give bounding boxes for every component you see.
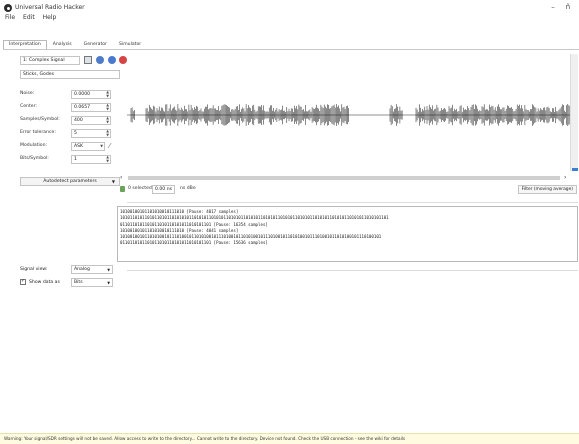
bits-line: 0110110101101011010110101011010101101 [P… [120,240,268,246]
selection-extra-info: ns dBe [180,186,196,191]
spin-arrows-icon[interactable]: ▲ ▼ [106,129,109,137]
signal-header-row: 1: Complex Signal [20,54,127,66]
close-signal-icon[interactable] [119,56,127,64]
noise-param: Noise: 0.0000 ▲ ▼ [20,90,120,99]
autodetect-parameters-button[interactable]: Autodetect parameters ▼ [20,177,120,186]
menu-file[interactable]: File [5,14,15,24]
demodulated-bits-view[interactable]: 10100100101101010010111010 [Pause: 4017 … [117,206,578,262]
tab-interpretation[interactable]: Interpretation [3,40,47,49]
filter-button[interactable]: Filter (moving average) [517,185,577,194]
chevron-down-icon: ▼ [107,268,110,272]
noise-label: Noise: [20,91,35,96]
horizontal-scrollbar[interactable]: ‹ › [120,174,578,182]
show-data-label: Show data as [29,280,60,285]
center-param: Center: 0.0657 ▲ ▼ [20,103,120,112]
spin-arrows-icon[interactable]: ▲ ▼ [106,116,109,124]
modulation-label: Modulation: [20,143,48,148]
title-bar: Universal Radio Hacker – ñ [0,0,579,16]
minimize-button[interactable]: – [546,2,560,13]
modulation-param: Modulation: ASK ▼ ⁄ [20,142,120,151]
samples-per-symbol-label: Samples/Symbol: [20,117,60,122]
tab-divider [3,49,579,50]
chevron-down-icon: ▼ [111,179,115,184]
menu-edit[interactable]: Edit [23,14,35,24]
spin-arrows-icon[interactable]: ▲ ▼ [106,90,109,98]
selected-count: 0 selected [128,186,152,191]
signal-name-field[interactable]: Sticks, Godes [20,70,120,79]
info-icon[interactable] [96,56,104,64]
signal-waveform [127,104,574,126]
scroll-handle[interactable] [572,168,578,171]
autodetect-label: Autodetect parameters [43,179,97,184]
samples-per-symbol-spinbox[interactable]: 400 ▲ ▼ [71,116,111,125]
center-spinbox[interactable]: 0.0657 ▲ ▼ [71,103,111,112]
menu-help[interactable]: Help [43,14,57,24]
wand-icon[interactable]: ⁄ [109,142,110,150]
status-message: Warning: Your signal/SDR settings will n… [4,436,406,441]
signal-view-select[interactable]: Analog ▼ [71,265,113,274]
error-tolerance-spinbox[interactable]: 5 ▲ ▼ [71,129,111,138]
selection-info-bar: 0 selected 0.00 ns ns dBe Filter (moving… [120,184,578,196]
splitter-handle[interactable] [127,202,578,203]
samples-per-symbol-param: Samples/Symbol: 400 ▲ ▼ [20,116,120,125]
replay-icon[interactable] [108,56,116,64]
tab-simulator[interactable]: Simulator [113,40,147,49]
status-bar: Warning: Your signal/SDR settings will n… [0,433,579,444]
spin-arrows-icon[interactable]: ▲ ▼ [106,155,109,163]
scroll-right-icon[interactable]: › [564,174,566,181]
noise-spinbox[interactable]: 0.0000 ▲ ▼ [71,90,111,99]
scroll-left-icon[interactable]: ‹ [120,174,122,181]
signal-view-label: Signal view: [20,267,48,272]
signal-name-label: 1: Complex Signal [20,56,80,65]
maximize-button[interactable]: ñ [561,2,575,13]
splitter-handle[interactable] [127,270,578,271]
center-label: Center: [20,104,37,109]
tab-generator[interactable]: Generator [78,40,113,49]
menu-bar: File Edit Help [0,14,56,24]
modulation-select[interactable]: ASK ▼ [71,142,105,151]
spin-arrows-icon[interactable]: ▲ ▼ [106,103,109,111]
scroll-track[interactable] [128,176,560,180]
chevron-down-icon: ▼ [100,144,103,148]
signal-view-row: Signal view: Analog ▼ [20,265,120,276]
tab-analysis[interactable]: Analysis [47,40,78,49]
bits-per-symbol-spinbox[interactable]: 1 ▲ ▼ [71,155,111,164]
selection-duration-field[interactable]: 0.00 ns [152,185,175,194]
bits-per-symbol-param: Bits/Symbol: 1 ▲ ▼ [20,155,120,164]
lock-icon[interactable] [120,186,125,192]
signal-graph-view[interactable] [127,54,574,171]
app-logo-icon [4,4,12,12]
chevron-down-icon: ▼ [107,281,110,285]
save-icon[interactable] [84,56,92,64]
error-tolerance-param: Error tolerance: 5 ▲ ▼ [20,129,120,138]
error-tolerance-label: Error tolerance: [20,130,56,135]
show-data-checkbox[interactable] [20,278,26,285]
vertical-scrollbar[interactable] [570,54,578,171]
show-data-row: Show data as Bits ▼ [20,278,120,289]
bits-per-symbol-label: Bits/Symbol: [20,156,49,161]
show-data-select[interactable]: Bits ▼ [71,278,113,287]
window-title: Universal Radio Hacker [15,4,85,11]
